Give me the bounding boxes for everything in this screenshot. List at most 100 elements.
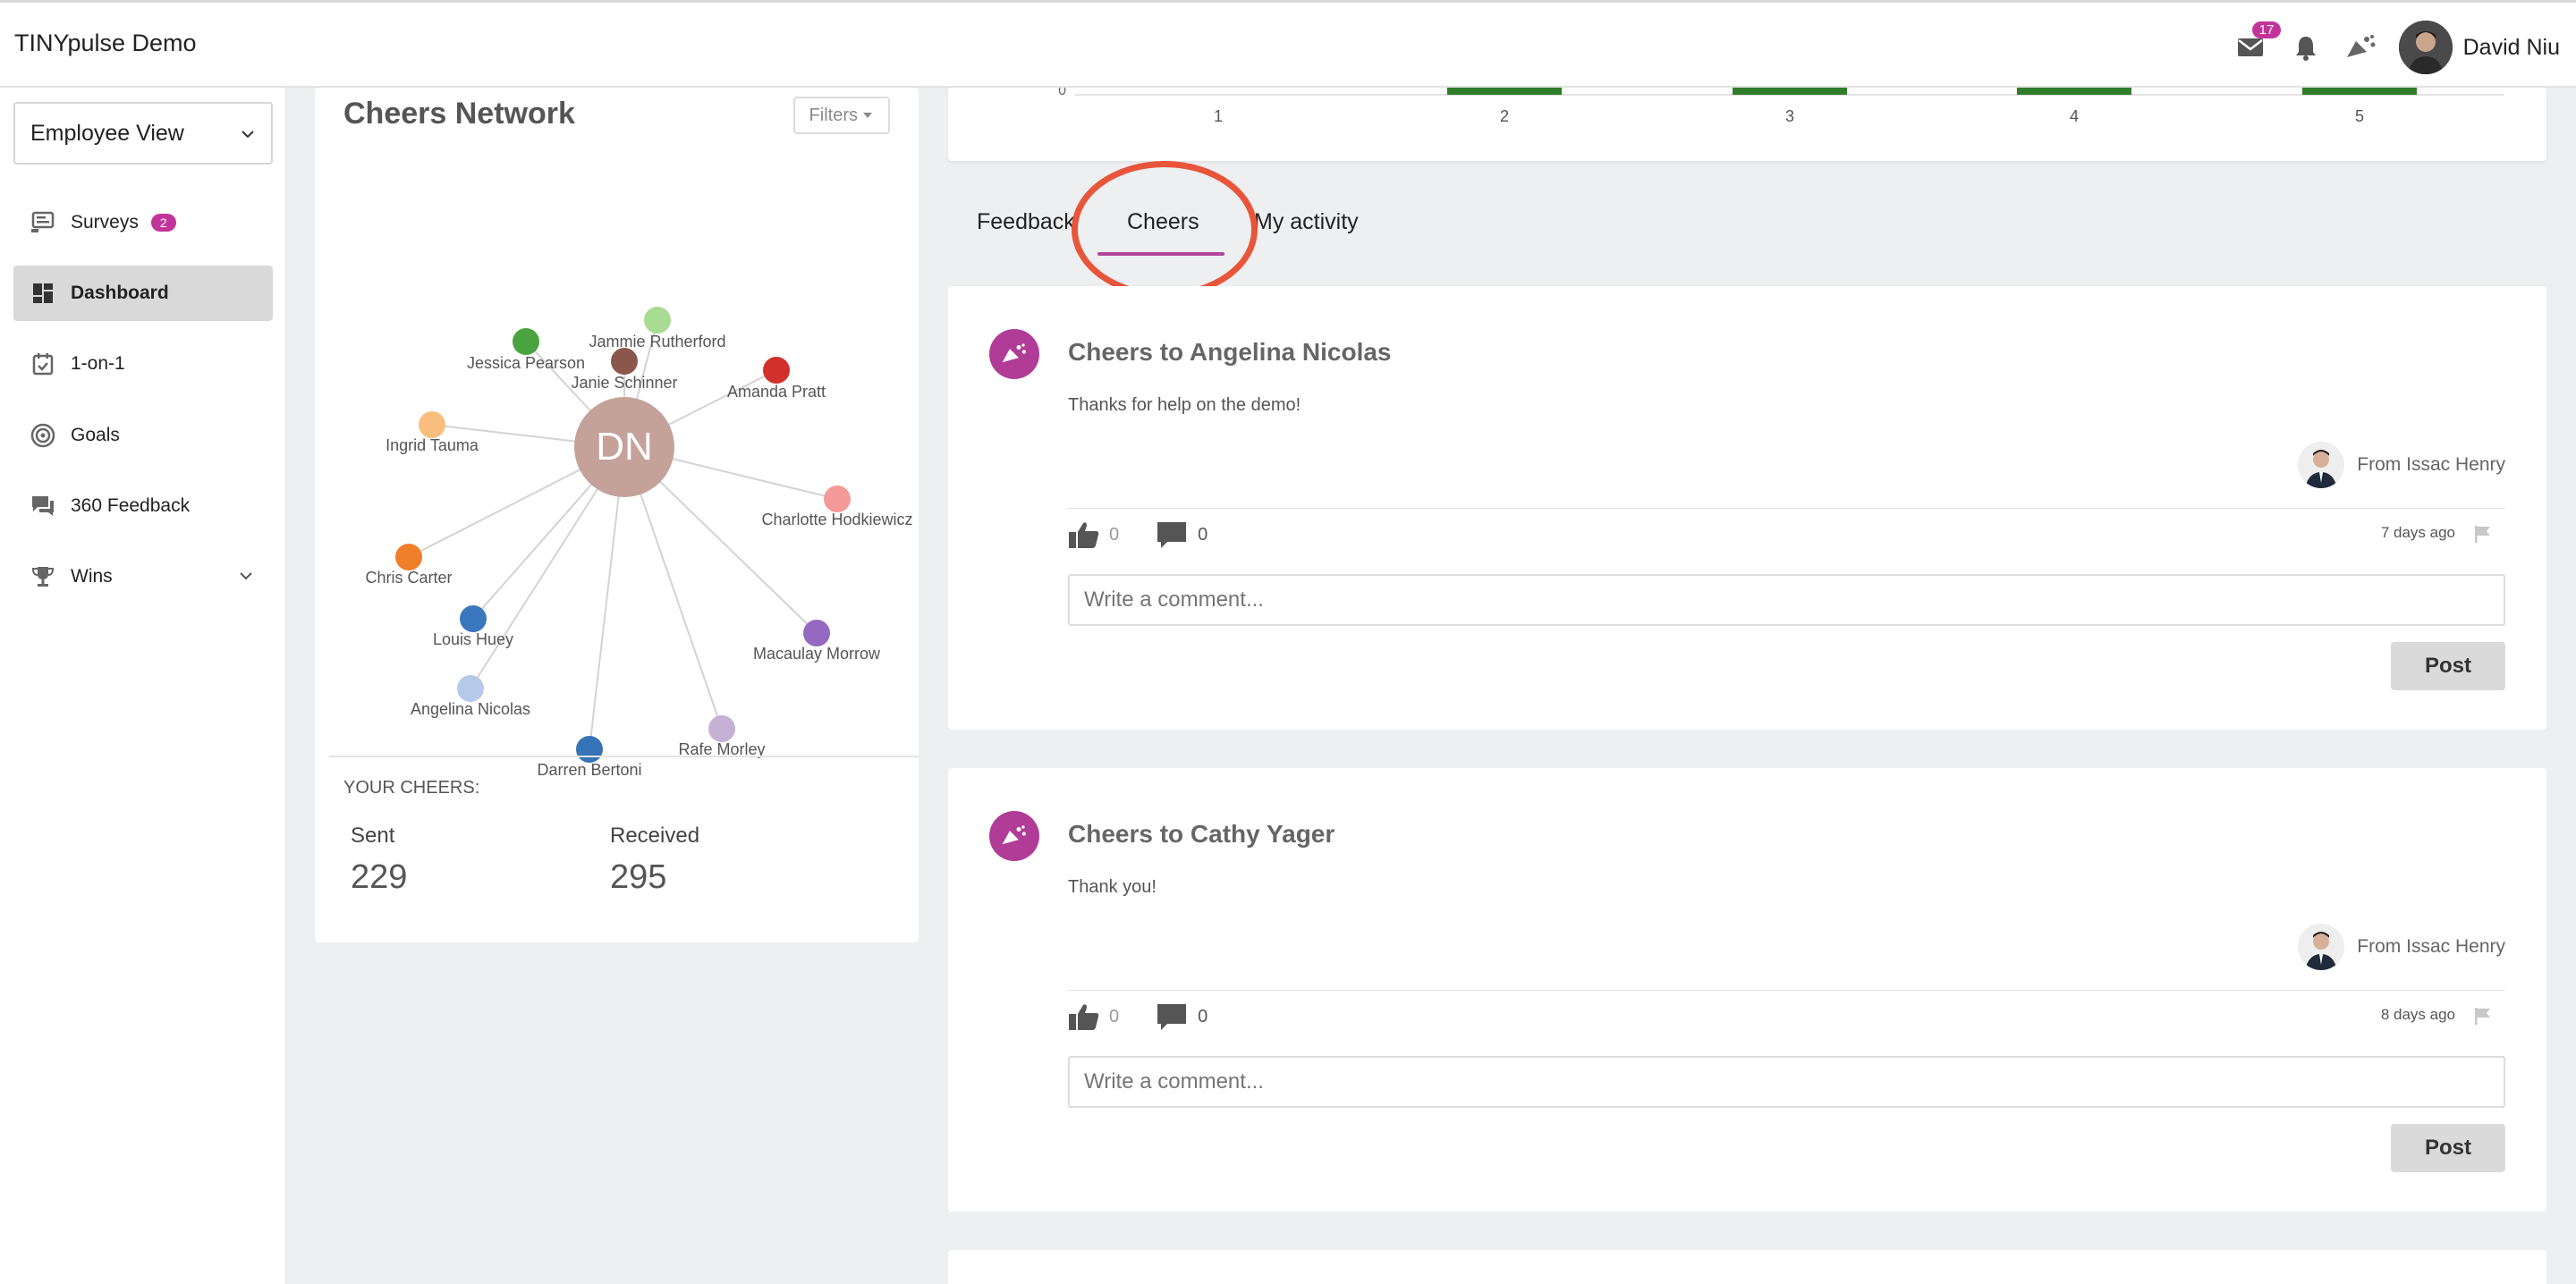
trophy-icon — [30, 563, 56, 590]
tab-feedback[interactable]: Feedback — [977, 209, 1075, 235]
sender-avatar[interactable] — [2298, 442, 2345, 488]
highlight-annotation — [1072, 161, 1258, 298]
received-label: Received — [610, 824, 700, 848]
feed-card: Cheers to Cathy Yager Thank you! From Is… — [948, 768, 2546, 1212]
network-node[interactable] — [513, 328, 539, 355]
comment-count: 0 — [1198, 524, 1208, 545]
app-title[interactable]: TINYpulse Demo — [14, 30, 197, 57]
comment-icon[interactable] — [1157, 1002, 1187, 1031]
divider — [1068, 990, 2505, 991]
network-node[interactable] — [763, 357, 790, 384]
sidebar-item-1-on-1[interactable]: 1-on-1 — [13, 336, 273, 392]
chart-tick-label: 1 — [1214, 107, 1223, 125]
chart-strip-card: 0 1 2 3 4 5 — [948, 83, 2546, 161]
network-node[interactable] — [708, 715, 735, 742]
your-cheers-label: YOUR CHEERS: — [343, 778, 480, 798]
feed-card-from-text[interactable]: From Issac Henry — [2357, 454, 2505, 476]
network-node-label: Macaulay Morrow — [753, 645, 881, 663]
chart-bar — [2017, 88, 2131, 95]
chart-bar — [1447, 88, 1562, 95]
bell-icon[interactable] — [2288, 30, 2324, 65]
network-node-label: Amanda Pratt — [727, 383, 826, 401]
user-avatar[interactable] — [2398, 21, 2453, 74]
mail-icon[interactable]: 17 — [2233, 21, 2282, 65]
flag-icon[interactable] — [2473, 1006, 2493, 1030]
network-node-label: Jessica Pearson — [467, 354, 585, 372]
feed-card-from-text[interactable]: From Issac Henry — [2357, 936, 2505, 958]
chart-tick-label: 3 — [1785, 107, 1794, 125]
sidebar-item-wins[interactable]: Wins — [13, 549, 273, 604]
header-actions: 17 David Niu — [2233, 21, 2560, 74]
filters-label: Filters — [809, 105, 858, 125]
network-node[interactable] — [803, 620, 830, 646]
dashboard-icon — [30, 280, 56, 307]
cheers-icon — [989, 329, 1039, 379]
feed-card-actions: 0 0 — [1068, 520, 1208, 549]
network-node-label: Charlotte Hodkiewicz — [761, 511, 912, 528]
filters-button[interactable]: Filters — [792, 97, 890, 134]
sidebar-item-label: Surveys — [71, 212, 139, 232]
cheers-icon — [989, 811, 1039, 861]
chart-tick-label: 5 — [2355, 107, 2364, 125]
network-node[interactable] — [576, 736, 603, 763]
network-node[interactable] — [457, 675, 484, 702]
sidebar-item-360-feedback[interactable]: 360 Feedback — [13, 478, 273, 534]
sidebar-item-label: 360 Feedback — [71, 495, 191, 516]
like-count: 0 — [1109, 524, 1120, 545]
network-node-label: Ingrid Tauma — [386, 436, 479, 454]
sidebar-item-goals[interactable]: Goals — [13, 408, 273, 463]
chart-tick-label: 4 — [2070, 107, 2079, 125]
comment-input[interactable] — [1068, 574, 2505, 626]
cheers-network-graph[interactable]: Jessica PearsonJammie Rutherford Janie Sc… — [315, 141, 919, 785]
sender-avatar[interactable] — [2298, 924, 2345, 970]
like-icon[interactable] — [1068, 520, 1100, 549]
sidebar-item-label: 1-on-1 — [71, 353, 125, 374]
cheers-network-card: Cheers Network Filters Jessica Pearson Ja… — [315, 88, 919, 942]
tab-my-activity[interactable]: My activity — [1254, 209, 1359, 235]
caret-down-icon — [863, 113, 872, 118]
target-icon — [30, 422, 56, 449]
feed-card-actions: 0 0 — [1068, 1002, 1208, 1031]
feed-card-message: Thank you! — [1068, 877, 1157, 897]
comment-input[interactable] — [1068, 1056, 2505, 1108]
feed-card-from: From Issac Henry — [2298, 924, 2505, 970]
network-node-label: Chris Carter — [365, 569, 452, 587]
survey-icon — [30, 209, 56, 236]
network-node[interactable] — [644, 307, 671, 334]
network-node[interactable] — [419, 411, 445, 438]
network-node-label: Janie Schinner — [571, 374, 677, 392]
network-node[interactable] — [824, 486, 851, 512]
chart-strip: 0 1 2 3 4 5 — [1058, 83, 2504, 125]
comment-count: 0 — [1198, 1006, 1208, 1026]
network-node[interactable] — [395, 544, 422, 570]
flag-icon[interactable] — [2473, 524, 2493, 548]
calendar-icon — [30, 351, 56, 377]
like-icon[interactable] — [1068, 1002, 1100, 1031]
chevron-down-icon — [239, 123, 257, 149]
sidebar: Employee View Surveys 2 Dashboard 1-on-1… — [0, 88, 286, 1284]
surveys-badge: 2 — [150, 214, 176, 232]
like-count: 0 — [1109, 1006, 1120, 1026]
post-button[interactable]: Post — [2391, 642, 2505, 690]
comment-icon[interactable] — [1157, 520, 1187, 549]
chart-bar — [1733, 88, 1847, 95]
network-node-label: Jammie Rutherford — [589, 333, 725, 351]
chart-tick-zero: 0 — [1058, 88, 1066, 98]
center-node-initials: DN — [596, 425, 653, 469]
mail-count-badge: 17 — [2251, 21, 2282, 38]
chat-icon — [30, 493, 56, 520]
sidebar-item-label: Dashboard — [71, 283, 169, 303]
user-name[interactable]: David Niu — [2463, 35, 2560, 61]
sidebar-item-surveys[interactable]: Surveys 2 — [13, 195, 273, 250]
cheers-network-title: Cheers Network — [343, 97, 575, 131]
feed-card-message: Thanks for help on the demo! — [1068, 395, 1301, 415]
view-select[interactable]: Employee View — [13, 102, 273, 165]
network-node[interactable] — [460, 605, 487, 632]
post-button[interactable]: Post — [2391, 1124, 2505, 1172]
feed-card-title: Cheers to Cathy Yager — [1068, 820, 1335, 848]
sent-value: 229 — [351, 858, 408, 896]
sidebar-item-label: Wins — [71, 566, 113, 587]
sidebar-item-dashboard[interactable]: Dashboard — [13, 266, 273, 321]
cheers-icon[interactable] — [2343, 30, 2379, 65]
network-node[interactable] — [611, 348, 638, 375]
